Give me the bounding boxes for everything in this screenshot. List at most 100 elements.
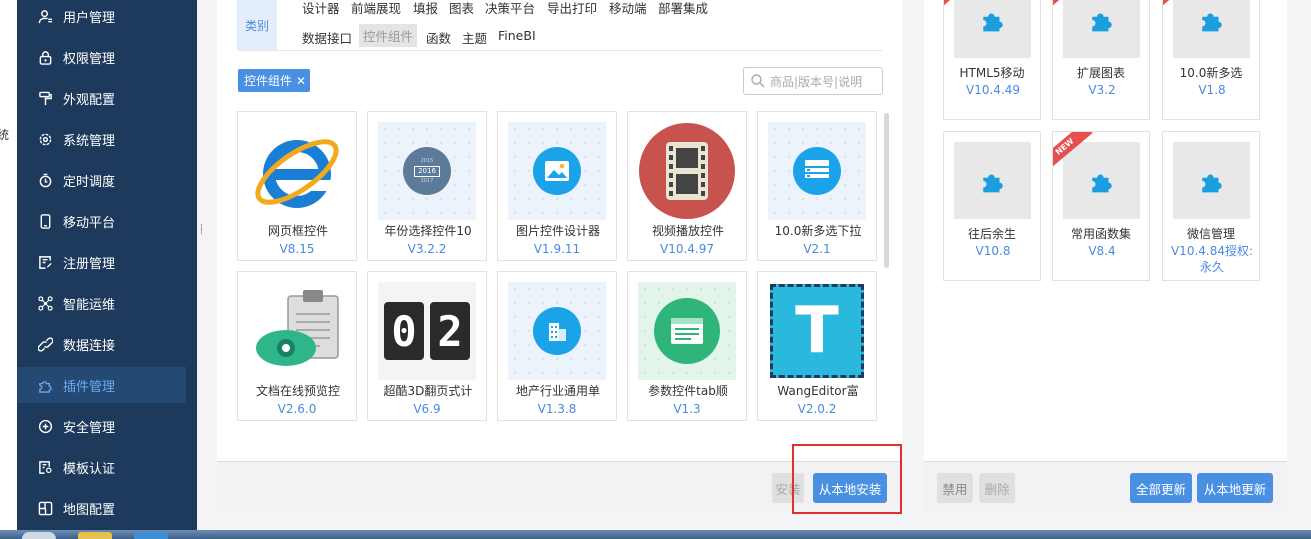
register-icon [37, 254, 53, 270]
installed-plugin-card[interactable]: 往后余生 V10.8 [943, 131, 1041, 281]
puzzle-icon [1063, 0, 1140, 58]
document-preview-icon [248, 282, 346, 380]
plugin-name: 往后余生 [967, 227, 1016, 241]
plugin-card[interactable]: 网页框控件 V8.15 [237, 111, 357, 261]
category-data-interface[interactable]: 数据接口 [302, 28, 352, 47]
installed-plugin-card[interactable]: 10.0新多选 V1.8 [1162, 0, 1260, 120]
os-taskbar [0, 530, 1311, 539]
plugin-name: 扩展图表 [1076, 66, 1125, 80]
plugin-version: V2.0.2 [797, 402, 837, 416]
installed-plugin-card[interactable]: 扩展图表 V3.2 [1052, 0, 1150, 120]
taskbar-app[interactable] [78, 532, 112, 539]
plugin-card[interactable]: 图片控件设计器 V1.9.11 [497, 111, 617, 261]
category-mobile[interactable]: 移动端 [609, 0, 647, 17]
sidebar-item-map[interactable]: 地图配置 [17, 490, 186, 526]
plugin-card[interactable]: 10.0新多选下拉 V2.1 [757, 111, 877, 261]
vertical-scrollbar[interactable] [884, 113, 889, 268]
plugin-card[interactable]: 2015 2016 2017 年份选择控件10 V3.2.2 [367, 111, 487, 261]
sidebar-item-label: 智能运维 [63, 297, 116, 313]
sidebar-item-mobile[interactable]: 移动平台 [17, 203, 186, 239]
puzzle-icon [37, 377, 53, 393]
category-deploy[interactable]: 部署集成 [658, 0, 708, 17]
puzzle-icon [954, 142, 1031, 219]
sidebar-item-label: 注册管理 [63, 256, 116, 272]
sidebar-item-registration[interactable]: 注册管理 [17, 244, 186, 280]
taskbar-app[interactable] [134, 532, 168, 539]
map-icon [37, 500, 53, 516]
sidebar-item-permissions[interactable]: 权限管理 [17, 39, 186, 75]
plugin-store-panel: 类别 设计器 前端展现 填报 图表 决策平台 导出打印 移动端 部署集成 数据接… [217, 0, 902, 511]
year-current: 2016 [414, 165, 440, 177]
building-icon [508, 282, 606, 380]
plugin-card[interactable]: 0 2 超酷3D翻页式计 V6.9 [367, 271, 487, 421]
sidebar-item-appearance[interactable]: 外观配置 [17, 80, 186, 116]
delete-button[interactable]: 删除 [979, 473, 1015, 503]
panel-splitter[interactable]: ⁞ ⁞ [197, 0, 209, 530]
category-themes[interactable]: 主题 [462, 28, 487, 47]
plugin-version: V8.15 [279, 242, 315, 256]
update-all-button[interactable]: 全部更新 [1130, 473, 1192, 503]
category-designer[interactable]: 设计器 [302, 0, 340, 17]
sidebar-item-users[interactable]: 用户管理 [17, 0, 186, 34]
sidebar-item-data-connection[interactable]: 数据连接 [17, 326, 186, 362]
update-from-local-button[interactable]: 从本地更新 [1197, 473, 1273, 503]
year-next: 2017 [420, 177, 434, 184]
plugin-name: 10.0新多选下拉 [774, 224, 862, 238]
sidebar-item-label: 安全管理 [63, 420, 116, 436]
dropdown-list-icon [768, 122, 866, 220]
category-decision-platform[interactable]: 决策平台 [485, 0, 535, 17]
plugin-card[interactable]: 视频播放控件 V10.4.97 [627, 111, 747, 261]
search-placeholder: 商品|版本号|说明 [770, 74, 863, 89]
disable-button[interactable]: 禁用 [937, 473, 973, 503]
plugin-version: V3.2.2 [407, 242, 447, 256]
close-icon[interactable]: ✕ [296, 74, 306, 88]
editor-letter: T [770, 284, 864, 378]
category-widgets[interactable]: 控件组件 [359, 24, 418, 47]
puzzle-icon [1173, 0, 1250, 58]
sidebar-item-plugins[interactable]: 插件管理 [17, 367, 186, 403]
flip-digit: 2 [430, 302, 470, 360]
plugin-card[interactable]: 文档在线预览控 V2.6.0 [237, 271, 357, 421]
plugin-name: 视频播放控件 [651, 224, 724, 238]
category-frontend[interactable]: 前端展现 [351, 0, 401, 17]
plugin-version: V2.6.0 [277, 402, 317, 416]
plugin-name: 常用函数集 [1070, 227, 1131, 241]
search-input[interactable]: 商品|版本号|说明 [743, 67, 883, 95]
plugin-card[interactable]: 参数控件tab顺 V1.3 [627, 271, 747, 421]
ie-logo-icon [248, 122, 346, 220]
installed-plugin-card[interactable]: NEW 常用函数集 V8.4 [1052, 131, 1150, 281]
installed-plugin-card[interactable]: 微信管理 V10.4.84授权:永久 [1162, 131, 1260, 281]
user-icon [37, 8, 53, 24]
plugin-version: V1.3.8 [537, 402, 577, 416]
plugin-card[interactable]: T WangEditor富 V2.0.2 [757, 271, 877, 421]
plugin-version: V10.4.84授权:永久 [1170, 244, 1254, 274]
sidebar-item-schedule[interactable]: 定时调度 [17, 162, 186, 198]
category-fill[interactable]: 填报 [413, 0, 438, 17]
sidebar-item-security[interactable]: 安全管理 [17, 408, 186, 444]
category-functions[interactable]: 函数 [426, 28, 451, 47]
start-button[interactable] [22, 532, 56, 539]
plugin-name: 地产行业通用单 [515, 384, 600, 398]
sidebar-item-label: 模板认证 [63, 461, 116, 477]
calendar-year-icon: 2015 2016 2017 [378, 122, 476, 220]
category-export-print[interactable]: 导出打印 [547, 0, 597, 17]
category-chart[interactable]: 图表 [449, 0, 474, 17]
sidebar-item-system[interactable]: 系统管理 [17, 121, 186, 157]
category-finebi[interactable]: FineBI [498, 28, 536, 43]
highlight-box [792, 444, 902, 514]
certificate-icon [37, 459, 53, 475]
search-icon [751, 74, 765, 88]
sidebar-item-label: 权限管理 [63, 51, 116, 67]
puzzle-icon [1173, 142, 1250, 219]
sidebar-item-template-cert[interactable]: 模板认证 [17, 449, 186, 485]
plugin-name: 参数控件tab顺 [648, 384, 728, 398]
plugin-version: V3.2 [1088, 83, 1116, 97]
sidebar-item-label: 地图配置 [63, 502, 116, 518]
sidebar-item-ops[interactable]: 智能运维 [17, 285, 186, 321]
sidebar-item-label: 插件管理 [63, 379, 116, 395]
plugin-version: V10.8 [975, 244, 1011, 258]
plugin-card[interactable]: 地产行业通用单 V1.3.8 [497, 271, 617, 421]
sidebar-item-label: 数据连接 [63, 338, 116, 354]
category-divider [237, 50, 882, 51]
installed-plugin-card[interactable]: HTML5移动 V10.4.49 [943, 0, 1041, 120]
